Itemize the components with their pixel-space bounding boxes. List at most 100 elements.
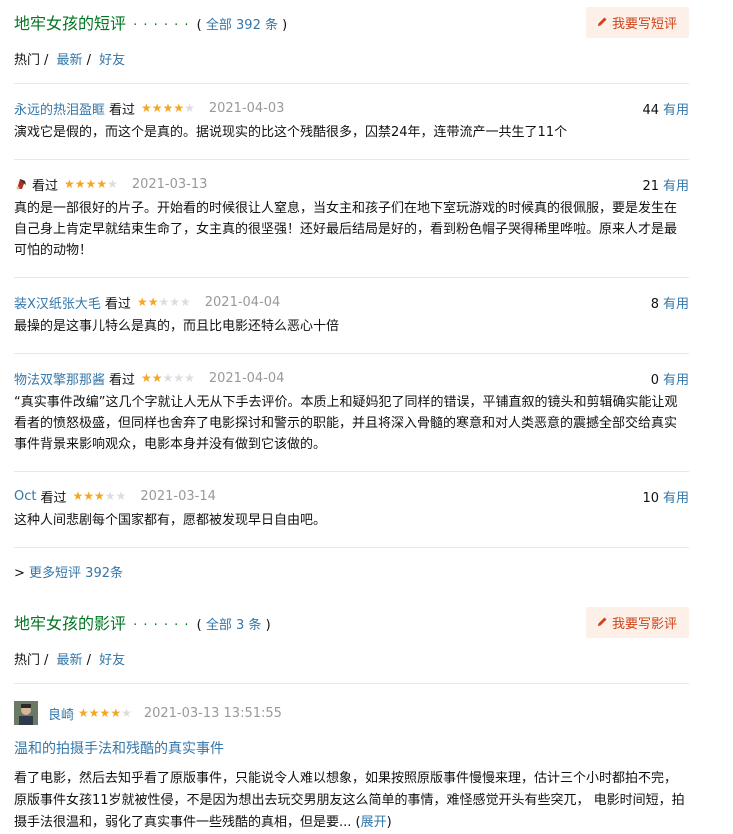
reviews-title: 地牢女孩的影评 xyxy=(14,614,127,633)
star-empty-icon: ★ xyxy=(162,371,174,385)
rating-stars: ★ ★ ★ ★ ★ xyxy=(137,296,191,308)
reviews-count: ( 全部 3 条 ) xyxy=(197,618,271,633)
comment-author[interactable]: Oct xyxy=(14,489,36,504)
comment-date: 2021-04-04 xyxy=(208,370,285,386)
page: 地牢女孩的短评 · · · · · · ( 全部 392 条 ) 我要写短评 热… xyxy=(14,6,689,834)
filter-friends[interactable]: 好友 xyxy=(99,53,125,68)
short-comments-header: 地牢女孩的短评 · · · · · · ( 全部 392 条 ) 我要写短评 xyxy=(14,6,689,38)
star-filled-icon: ★ xyxy=(85,177,97,191)
watched-status: 看过 xyxy=(109,102,136,118)
reviews-filters: 热门 / 最新 / 好友 xyxy=(14,649,689,668)
comment-info: 看过 ★ ★ ★ ★ ★ 2021-03-13 xyxy=(14,175,207,194)
filter-separator: / xyxy=(44,53,49,68)
watched-status: 看过 xyxy=(40,490,67,506)
comment-info: 物法双擎那那酱 看过 ★ ★ ★ ★ ★ 2021-04-04 xyxy=(14,369,284,388)
comment-item: 永远的热泪盈眶 看过 ★ ★ ★ ★ ★ 2021-04-03 44 有用 演戏它是假的，而这个是真… xyxy=(14,84,689,160)
short-comments-count: ( 全部 392 条 ) xyxy=(197,18,288,33)
vote-useful: 0 有用 xyxy=(651,369,689,388)
vote-count: 10 xyxy=(642,490,659,506)
star-filled-icon: ★ xyxy=(88,706,100,720)
star-empty-icon: ★ xyxy=(104,489,116,503)
star-filled-icon: ★ xyxy=(141,101,152,115)
comment-text: 这种人间悲剧每个国家都有，愿都被发现早日自由吧。 xyxy=(14,513,327,528)
star-filled-icon: ★ xyxy=(83,489,95,503)
filter-hot[interactable]: 热门 xyxy=(14,653,40,668)
useful-button[interactable]: 有用 xyxy=(663,373,689,388)
reviews-title-wrap: 地牢女孩的影评 · · · · · · ( 全部 3 条 ) xyxy=(14,610,271,634)
title-dots: · · · · · · xyxy=(133,618,190,633)
divider xyxy=(14,683,689,684)
review-meta: 良崎 ★ ★ ★ ★ ★ 2021-03-13 13:51:55 xyxy=(14,700,689,726)
useful-button[interactable]: 有用 xyxy=(663,179,689,194)
watched-status: 看过 xyxy=(32,178,59,194)
star-filled-icon: ★ xyxy=(173,101,185,115)
useful-button[interactable]: 有用 xyxy=(663,103,689,118)
comment-info: Oct 看过 ★ ★ ★ ★ ★ 2021-03-14 xyxy=(14,487,216,506)
comment-meta: 物法双擎那那酱 看过 ★ ★ ★ ★ ★ 2021-04-04 0 有用 xyxy=(14,369,689,388)
star-filled-icon: ★ xyxy=(72,489,84,503)
write-review-button[interactable]: 我要写影评 xyxy=(585,606,689,638)
review-item: 良崎 ★ ★ ★ ★ ★ 2021-03-13 13:51:55 温和的拍摄手法和残酷的… xyxy=(14,700,689,834)
star-filled-icon: ★ xyxy=(94,489,105,503)
comment-date: 2021-03-13 xyxy=(131,176,208,192)
comment-info: 装X汉纸张大毛 看过 ★ ★ ★ ★ ★ 2021-04-04 xyxy=(14,293,280,312)
vote-useful: 8 有用 xyxy=(651,293,689,312)
useful-button[interactable]: 有用 xyxy=(663,297,689,312)
comment-item: 看过 ★ ★ ★ ★ ★ 2021-03-13 21 有用 真的是一部很好的片子。开始看的时候很让… xyxy=(14,160,689,278)
more-short-comments-link[interactable]: 更多短评 392条 xyxy=(29,566,123,581)
vote-count: 21 xyxy=(642,178,659,194)
star-empty-icon: ★ xyxy=(121,706,132,720)
filter-separator: / xyxy=(86,53,91,68)
review-title[interactable]: 温和的拍摄手法和残酷的真实事件 xyxy=(14,738,689,758)
avatar[interactable] xyxy=(14,701,38,725)
rating-stars: ★ ★ ★ ★ ★ xyxy=(73,490,127,502)
star-filled-icon: ★ xyxy=(99,706,111,720)
user-avatar-icon[interactable] xyxy=(14,177,28,191)
comment-item: 装X汉纸张大毛 看过 ★ ★ ★ ★ ★ 2021-04-04 8 有用 最操的是这事儿特么是真的，… xyxy=(14,278,689,354)
all-reviews-link[interactable]: 全部 3 条 xyxy=(206,618,262,633)
write-short-comment-label: 我要写短评 xyxy=(611,16,677,32)
pencil-icon xyxy=(596,16,608,28)
expand-link[interactable]: 展开 xyxy=(361,815,387,830)
comment-meta: 永远的热泪盈眶 看过 ★ ★ ★ ★ ★ 2021-04-03 44 有用 xyxy=(14,99,689,118)
all-short-comments-link[interactable]: 全部 392 条 xyxy=(206,18,278,33)
rating-stars: ★ ★ ★ ★ ★ xyxy=(64,178,118,190)
comment-list: 永远的热泪盈眶 看过 ★ ★ ★ ★ ★ 2021-04-03 44 有用 演戏它是假的，而这个是真… xyxy=(14,84,689,548)
comment-meta: Oct 看过 ★ ★ ★ ★ ★ 2021-03-14 10 有用 xyxy=(14,487,689,506)
count-close: ) xyxy=(261,618,271,633)
star-empty-icon: ★ xyxy=(173,371,185,385)
comment-author[interactable]: 装X汉纸张大毛 xyxy=(14,293,101,312)
count-open: ( xyxy=(196,618,206,633)
comment-info: 永远的热泪盈眶 看过 ★ ★ ★ ★ ★ 2021-04-03 xyxy=(14,99,284,118)
review-date: 2021-03-13 13:51:55 xyxy=(143,705,282,721)
comment-item: Oct 看过 ★ ★ ★ ★ ★ 2021-03-14 10 有用这种人间悲剧每个国家都有，愿都被… xyxy=(14,472,689,548)
comment-date: 2021-03-14 xyxy=(140,488,216,504)
short-comments-title-wrap: 地牢女孩的短评 · · · · · · ( 全部 392 条 ) xyxy=(14,10,287,34)
filter-latest[interactable]: 最新 xyxy=(57,653,83,668)
filter-separator: / xyxy=(86,653,91,668)
filter-latest[interactable]: 最新 xyxy=(57,53,83,68)
write-short-comment-button[interactable]: 我要写短评 xyxy=(585,6,689,38)
comment-text: “真实事件改编”这几个字就让人无从下手去评价。本质上和疑妈犯了同样的错误，平铺直… xyxy=(14,395,678,452)
star-filled-icon: ★ xyxy=(162,101,174,115)
vote-useful: 21 有用 xyxy=(642,175,689,194)
count-close: ) xyxy=(277,18,288,33)
review-excerpt: 看了电影，然后去知乎看了原版事件，只能说令人难以想象，如果按照原版事件慢慢来理，… xyxy=(14,768,689,834)
comment-author[interactable]: 物法双擎那那酱 xyxy=(14,369,105,388)
filter-friends[interactable]: 好友 xyxy=(99,653,125,668)
filter-hot[interactable]: 热门 xyxy=(14,53,40,68)
star-filled-icon: ★ xyxy=(136,295,148,309)
review-text: 看了电影，然后去知乎看了原版事件，只能说令人难以想象，如果按照原版事件慢慢来理，… xyxy=(14,771,685,830)
star-filled-icon: ★ xyxy=(141,371,152,385)
comment-item: 物法双擎那那酱 看过 ★ ★ ★ ★ ★ 2021-04-04 0 有用 “真实事件改编”这几个字就… xyxy=(14,354,689,472)
comment-author[interactable]: 永远的热泪盈眶 xyxy=(14,99,105,118)
review-author[interactable]: 良崎 xyxy=(48,704,74,723)
vote-count: 8 xyxy=(650,296,659,312)
vote-useful: 10 有用 xyxy=(642,487,689,506)
watched-status: 看过 xyxy=(104,296,131,312)
filter-separator: / xyxy=(44,653,49,668)
review-title-link[interactable]: 温和的拍摄手法和残酷的真实事件 xyxy=(14,741,224,757)
useful-button[interactable]: 有用 xyxy=(663,491,689,506)
title-dots: · · · · · · xyxy=(133,18,190,33)
star-filled-icon: ★ xyxy=(151,371,163,385)
